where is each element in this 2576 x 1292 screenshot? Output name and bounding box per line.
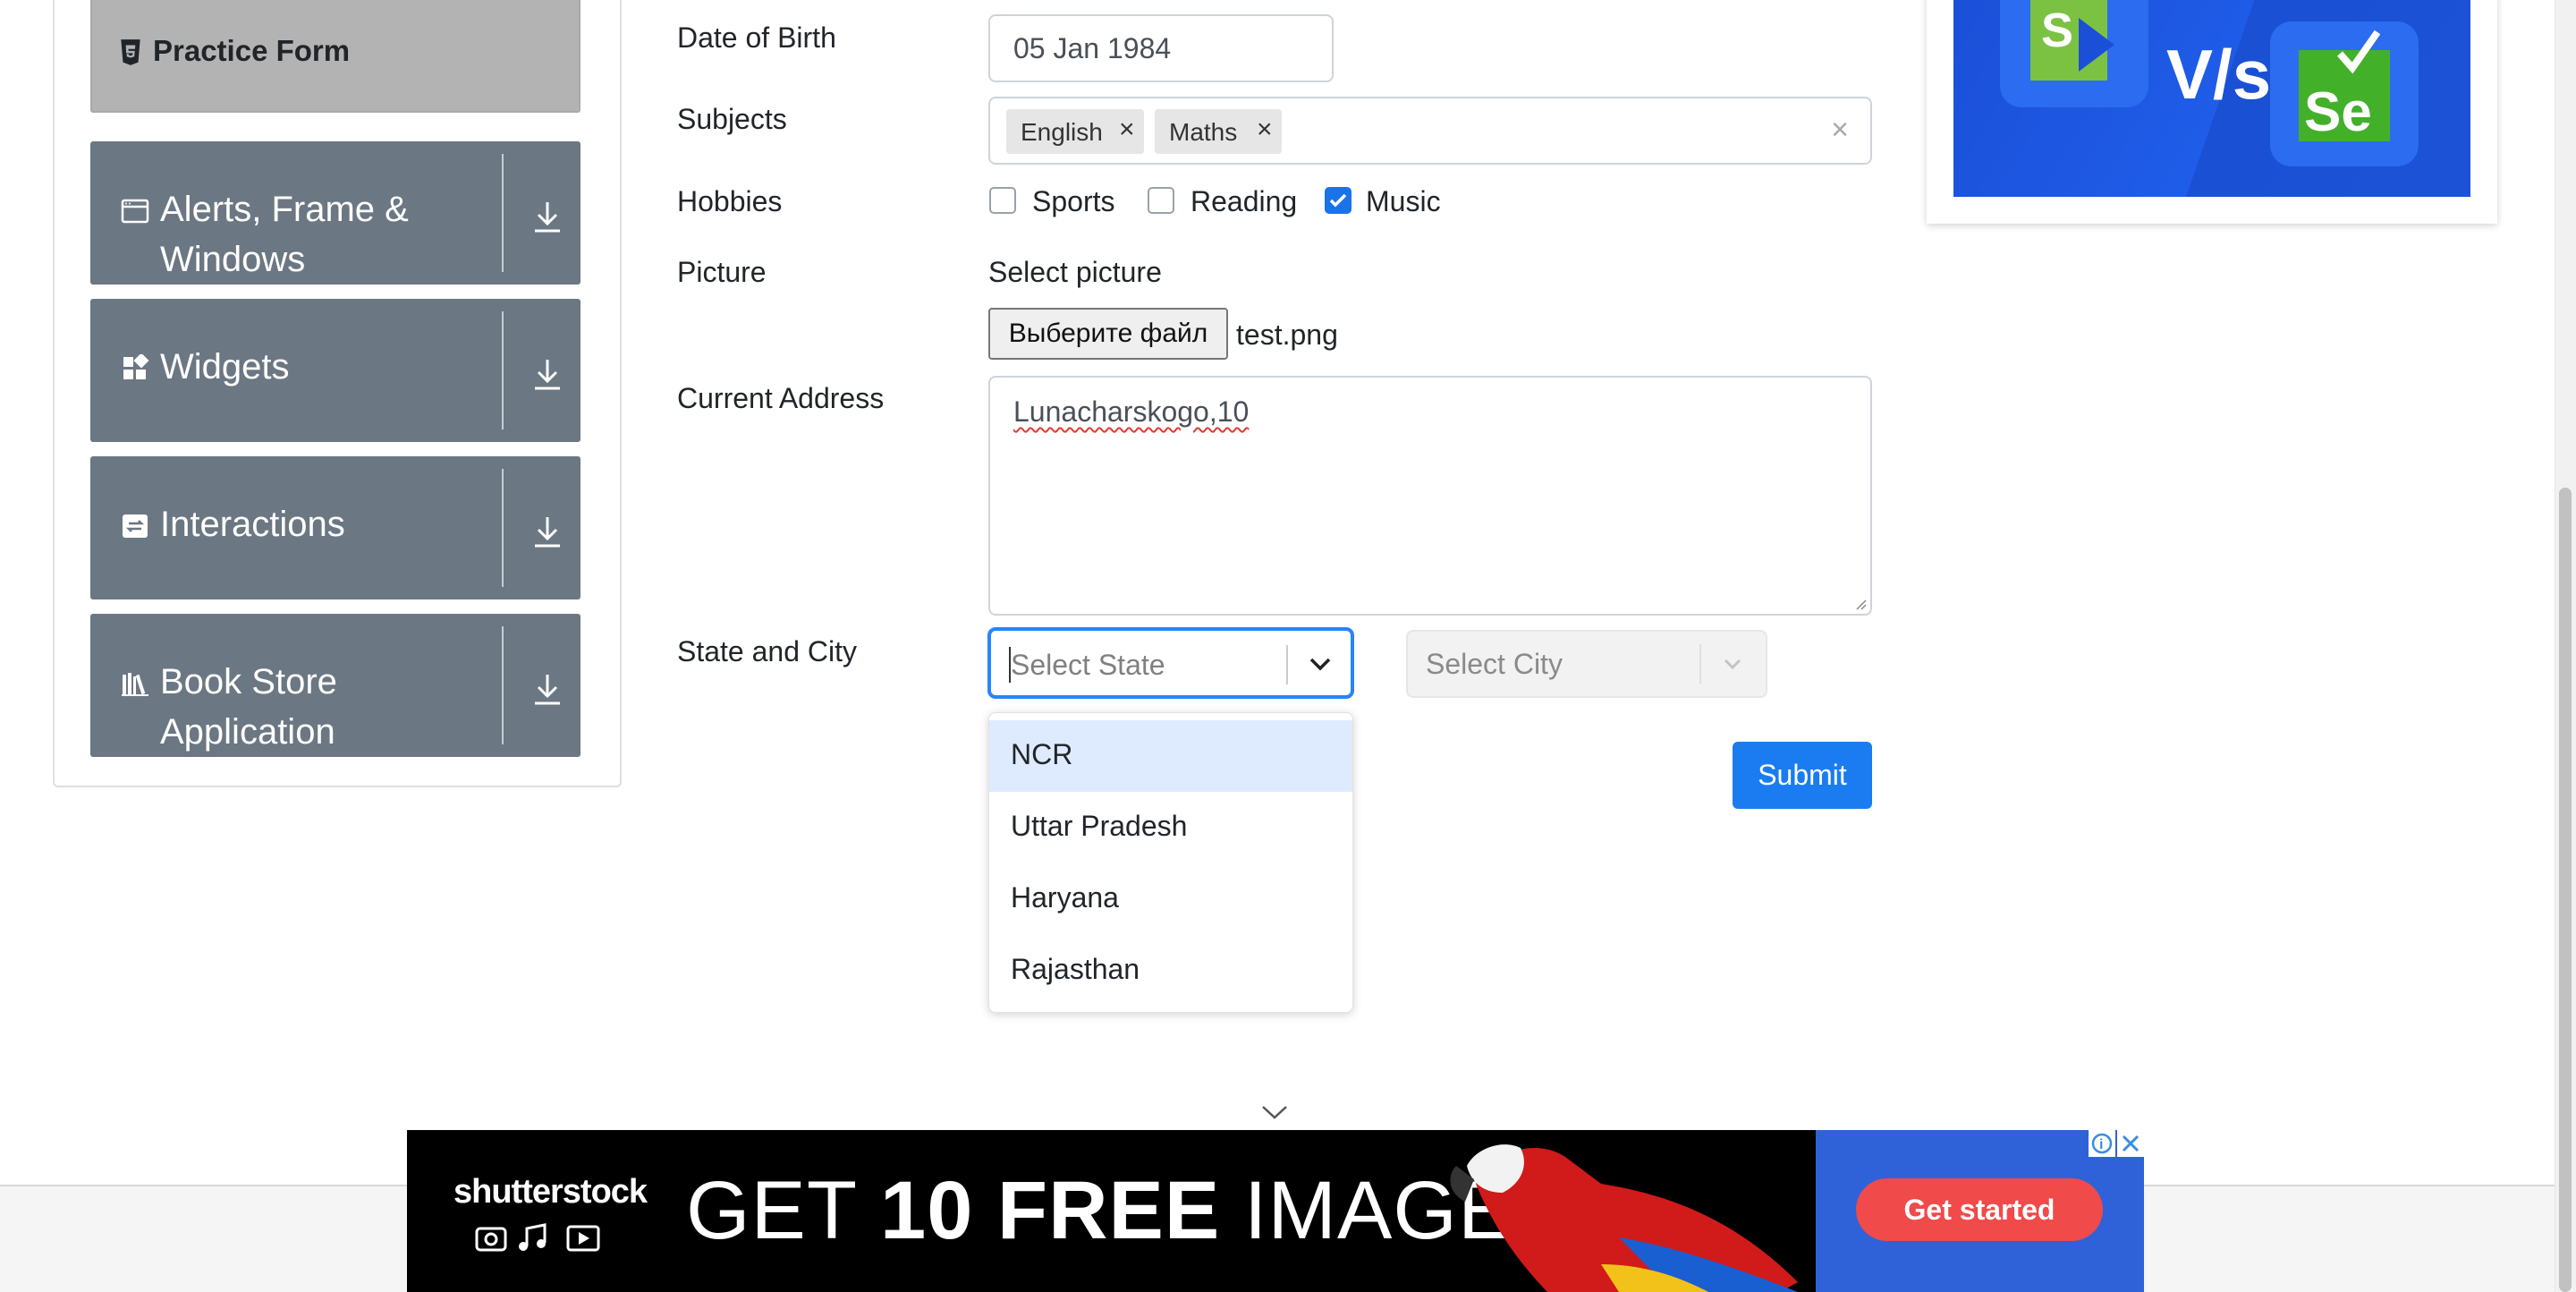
city-select[interactable]: Select City <box>1406 630 1767 698</box>
divider <box>502 469 504 587</box>
html5-icon <box>121 39 140 65</box>
subject-chip: Maths × <box>1155 109 1282 154</box>
sports-label[interactable]: Sports <box>1032 185 1114 218</box>
dob-input[interactable]: 05 Jan 1984 <box>988 14 1334 82</box>
download-icon[interactable] <box>532 356 563 392</box>
dob-label: Date of Birth <box>677 21 836 54</box>
city-placeholder: Select City <box>1426 648 1563 680</box>
state-option-uttar-pradesh[interactable]: Uttar Pradesh <box>989 792 1352 863</box>
widgets-icon <box>123 354 149 379</box>
current-address-textarea[interactable]: Lunacharskogo,10 <box>988 376 1872 616</box>
divider <box>502 626 504 744</box>
download-icon[interactable] <box>532 671 563 707</box>
banner-brand: shutterstock <box>453 1173 648 1211</box>
clear-icon[interactable]: × <box>1831 113 1849 148</box>
interactions-icon <box>123 514 148 538</box>
chip-remove-icon[interactable]: × <box>1119 115 1135 145</box>
resize-handle-icon[interactable] <box>1852 596 1867 610</box>
music-label[interactable]: Music <box>1366 185 1441 218</box>
sidebar-group-alerts[interactable]: Alerts, Frame & Windows <box>90 141 580 285</box>
select-separator <box>1286 645 1288 684</box>
state-select[interactable]: Select State <box>988 628 1353 698</box>
select-separator <box>1699 644 1701 684</box>
sidebar-group-label: Alerts, Frame & Windows <box>160 190 409 279</box>
divider <box>502 311 504 429</box>
chevron-down-icon[interactable] <box>1259 1102 1290 1122</box>
reading-checkbox[interactable] <box>1148 187 1174 214</box>
window-icon <box>121 199 149 224</box>
state-city-label: State and City <box>677 635 857 667</box>
divider <box>502 154 504 272</box>
state-option-rajasthan[interactable]: Rajasthan <box>989 935 1352 1007</box>
picture-label: Picture <box>677 256 767 288</box>
state-dropdown-menu: NCR Uttar Pradesh Haryana Rajasthan <box>988 712 1353 1013</box>
music-checkbox[interactable] <box>1325 187 1352 214</box>
media-icons <box>475 1223 600 1252</box>
chevron-down-icon <box>1724 659 1741 670</box>
subjects-label: Subjects <box>677 103 787 135</box>
subjects-input[interactable]: English × Maths × × <box>988 97 1872 165</box>
sports-checkbox[interactable] <box>989 187 1016 214</box>
get-started-button[interactable]: Get started <box>1856 1178 2103 1241</box>
sidebar-group-label: Book Store Application <box>160 662 337 752</box>
banner-headline: GET 10 FREE IMAGES <box>686 1165 1570 1256</box>
adchoices-icon[interactable]: i <box>2089 1130 2115 1157</box>
sidebar-group-label: Interactions <box>160 505 345 544</box>
sidebar-group-widgets[interactable]: Widgets <box>90 299 580 442</box>
download-icon[interactable] <box>532 514 563 549</box>
sidebar-item-practice-form[interactable]: Practice Form <box>90 0 580 113</box>
chip-label: English <box>1021 118 1103 146</box>
svg-text:S: S <box>2041 4 2073 57</box>
sidebar-group-book-store[interactable]: Book Store Application <box>90 614 580 757</box>
ad-image[interactable]: S V/s Se <box>1953 0 2470 197</box>
chevron-down-icon[interactable] <box>1304 652 1336 677</box>
state-placeholder: Select State <box>1011 649 1165 681</box>
state-option-ncr[interactable]: NCR <box>989 720 1352 792</box>
subject-chip: English × <box>1006 109 1144 154</box>
check-icon <box>1329 193 1347 208</box>
bookstore-icon <box>122 673 148 696</box>
choose-file-button[interactable]: Выберите файл <box>988 308 1228 360</box>
dob-value: 05 Jan 1984 <box>1013 32 1172 64</box>
svg-text:V/s: V/s <box>2166 35 2271 114</box>
sidebar-group-interactions[interactable]: Interactions <box>90 456 580 599</box>
select-picture-hint: Select picture <box>988 256 1162 288</box>
close-ad-icon[interactable] <box>2117 1130 2144 1157</box>
current-address-label: Current Address <box>677 382 885 414</box>
hobbies-label: Hobbies <box>677 185 783 217</box>
svg-text:Se: Se <box>2304 81 2372 143</box>
download-icon[interactable] <box>532 199 563 234</box>
file-name: test.png <box>1236 319 1338 351</box>
page-scrollbar-thumb[interactable] <box>2559 488 2572 1292</box>
address-value: Lunacharskogo,10 <box>1013 395 1250 428</box>
chip-label: Maths <box>1169 118 1238 146</box>
svg-text:i: i <box>2099 1137 2103 1152</box>
selenium-vs-ad-graphic: S V/s Se <box>2000 0 2470 197</box>
chip-remove-icon[interactable]: × <box>1257 115 1273 145</box>
sidebar-item-label: Practice Form <box>153 34 351 67</box>
state-option-haryana[interactable]: Haryana <box>989 863 1352 935</box>
parrot-image <box>1450 1144 1798 1292</box>
bottom-banner-ad[interactable]: shutterstock GET 10 FREE IMAGES Get star… <box>407 1130 2144 1292</box>
submit-button[interactable]: Submit <box>1733 742 1872 809</box>
reading-label[interactable]: Reading <box>1191 185 1297 218</box>
sidebar-group-label: Widgets <box>160 347 290 387</box>
